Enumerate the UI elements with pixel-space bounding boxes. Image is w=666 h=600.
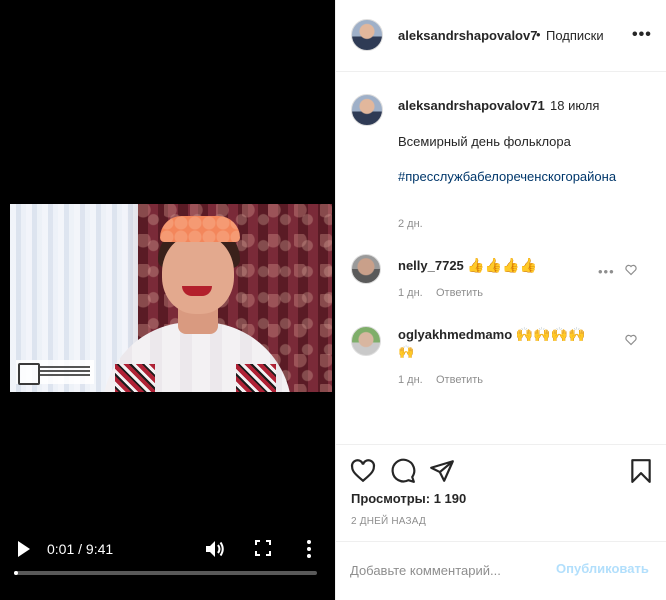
comment-like-button[interactable] [625,263,637,276]
action-bar [336,444,666,498]
comment-text-continued: 🙌 [398,344,415,359]
avatar[interactable] [351,326,381,356]
time-separator: / [74,541,86,557]
separator-dot: • [536,27,541,42]
time-display: 0:01 / 9:41 [47,541,113,557]
comment-username[interactable]: nelly_7725 [398,258,464,273]
video-scene-face [162,234,234,314]
reply-button[interactable]: Ответить [436,287,483,299]
post-options-button[interactable]: ••• [632,26,652,44]
comment-options-button[interactable]: ••• [598,264,615,279]
comment-like-button[interactable] [625,333,637,346]
fullscreen-icon [255,540,271,556]
video-scene-embroidery [236,364,276,392]
video-controls: 0:01 / 9:41 [0,528,333,578]
caption-username[interactable]: aleksandrshapovalov71 [398,98,545,113]
avatar[interactable] [351,254,381,284]
comment-icon [391,458,416,483]
comment-text: 🙌🙌🙌🙌 [515,326,586,342]
avatar[interactable] [351,19,383,51]
current-time: 0:01 [47,541,75,557]
play-icon [18,541,30,557]
volume-button[interactable] [204,539,226,559]
video-progress-bar[interactable] [14,571,317,575]
post-panel: aleksandrshapovalov7 • Подписки ••• alek… [335,0,666,600]
heart-icon [625,334,637,346]
post-header: aleksandrshapovalov7 • Подписки ••• [336,0,666,72]
comment-body: nelly_7725 👍👍👍👍 [398,257,537,274]
following-button[interactable]: Подписки [546,28,604,43]
share-button[interactable] [429,458,455,484]
video-frame[interactable] [10,204,332,392]
video-player[interactable]: 0:01 / 9:41 [0,0,333,600]
caption-date: 18 июля [550,98,600,113]
heart-icon [625,264,637,276]
video-scene-embroidery [115,364,155,392]
publish-button[interactable]: Опубликовать [556,561,649,576]
comment-text: 👍👍👍👍 [467,257,538,273]
broadcaster-logo [16,360,94,385]
bookmark-icon [631,459,651,483]
caption-age: 2 дн. [398,218,423,230]
save-button[interactable] [628,458,654,484]
play-button[interactable] [16,540,32,558]
comment-age: 1 дн. [398,287,423,299]
like-button[interactable] [350,458,376,484]
add-comment-bar: Опубликовать [336,541,666,600]
post-timestamp: 2 ДНЕЙ НАЗАД [351,516,426,527]
comment-button[interactable] [390,458,416,484]
hashtag-link[interactable]: #пресслужбабелореченскогорайона [398,167,638,186]
caption-text: Всемирный день фольклора [398,134,571,149]
video-scene-flower-crown [160,216,240,242]
comment-age: 1 дн. [398,374,423,386]
volume-icon [206,541,224,557]
comment-username[interactable]: oglyakhmedmamo [398,327,512,342]
video-progress-fill [14,571,18,575]
duration: 9:41 [85,541,114,557]
video-more-button[interactable] [304,538,314,560]
comment-body: oglyakhmedmamo 🙌🙌🙌🙌 [398,326,586,343]
heart-icon [350,459,376,483]
avatar[interactable] [351,94,383,126]
reply-button[interactable]: Ответить [436,374,483,386]
author-username[interactable]: aleksandrshapovalov7 [398,28,537,43]
fullscreen-button[interactable] [255,540,271,556]
more-vertical-icon [307,540,311,558]
share-icon [430,460,454,482]
view-count[interactable]: Просмотры: 1 190 [351,491,466,506]
comment-input[interactable] [350,558,550,582]
